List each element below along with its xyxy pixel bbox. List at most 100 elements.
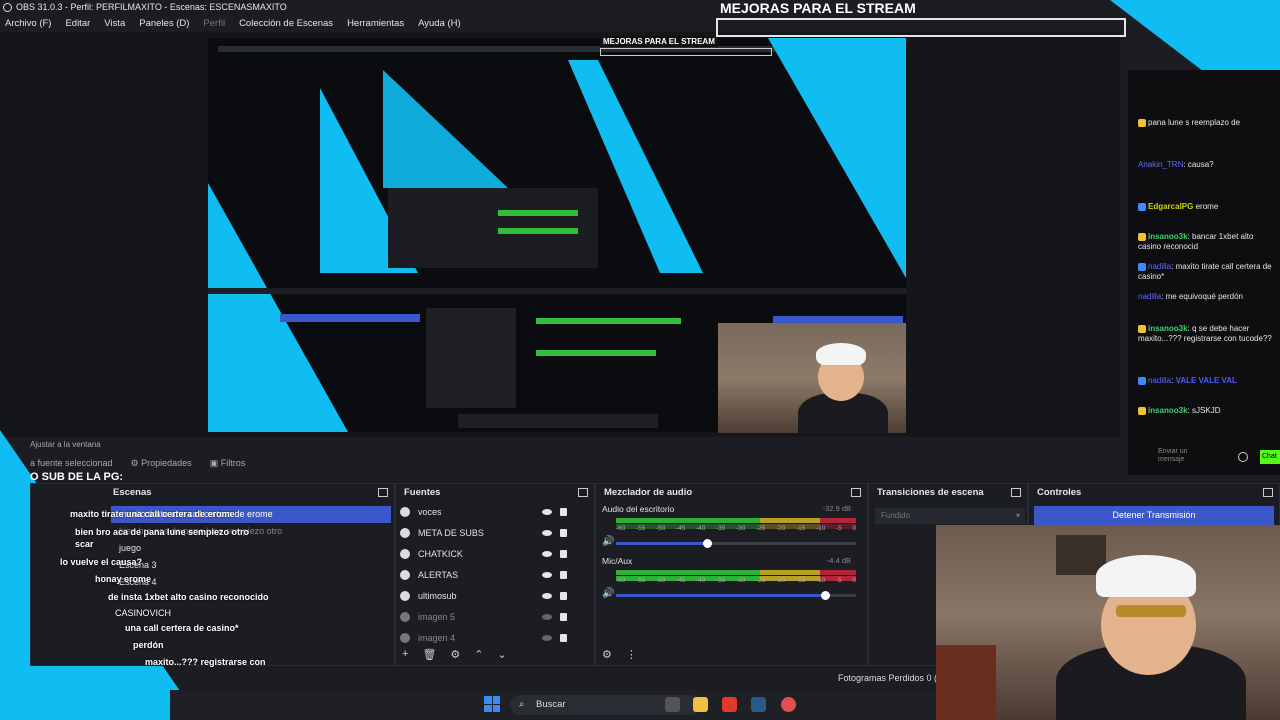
cap [816, 343, 866, 365]
lock-icon[interactable] [560, 571, 567, 579]
speaker-icon[interactable]: 🔊 [602, 536, 614, 547]
menu-ayuda[interactable]: Ayuda (H) [418, 15, 461, 32]
menu-editar[interactable]: Editar [65, 15, 90, 32]
scenes-title: Escenas [31, 484, 394, 502]
controls-title: Controles [1029, 484, 1279, 502]
lock-icon[interactable] [560, 529, 567, 537]
chat-message: pana lune s reemplazo de [1138, 118, 1278, 128]
meter-ticks: -60 -55 -50 -45 -40 -35 -30 -25 -20 -15 -10 -5 0 [616, 525, 856, 532]
more-icon[interactable]: ⋮ [626, 648, 637, 661]
volume-slider-mic[interactable] [616, 591, 856, 600]
eye-icon[interactable] [542, 593, 552, 599]
gear-icon[interactable]: ⚙ [602, 648, 612, 661]
overlay-banner-bar [716, 18, 1126, 37]
chat-message: nadilla: VALE VALE VAL [1138, 376, 1278, 386]
scene-item[interactable]: Escena 4 [111, 574, 391, 591]
badge-icon [1138, 262, 1146, 271]
source-item[interactable]: ALERTAS [396, 565, 594, 586]
webcam-feed [936, 525, 1280, 720]
popout-icon[interactable] [578, 488, 588, 497]
popout-icon[interactable] [851, 488, 861, 497]
meter-ticks: -60 -55 -50 -45 -40 -35 -30 -25 -20 -15 -10 -5 0 [616, 577, 856, 584]
source-item[interactable]: ultimosub [396, 586, 594, 607]
mixer-toolbar: ⚙ ⋮ [602, 648, 637, 661]
menu-archivo[interactable]: Archivo (F) [5, 15, 51, 32]
overlay-chat-line: scar [75, 539, 94, 549]
cap [1096, 555, 1196, 597]
chevron-down-icon: ▾ [1015, 511, 1020, 520]
overlay-chat-line: una call certera de casino* [125, 623, 239, 633]
webcam-inner [718, 323, 906, 433]
eye-icon[interactable] [542, 530, 552, 536]
windows-start-icon[interactable] [484, 696, 500, 712]
popout-icon[interactable] [1011, 488, 1021, 497]
lock-icon[interactable] [560, 508, 567, 516]
scene-item[interactable]: juego [111, 540, 391, 557]
menu-coleccion-escenas[interactable]: Colección de Escenas [239, 15, 333, 32]
add-icon[interactable]: + [402, 648, 408, 661]
overlay-chat-line: honay erome [95, 574, 152, 584]
arrow-down-icon[interactable]: ⌄ [498, 648, 507, 661]
popout-icon[interactable] [1263, 488, 1273, 497]
menu-paneles[interactable]: Paneles (D) [139, 15, 189, 32]
level-meter [616, 570, 856, 575]
fit-to-window-select[interactable]: Ajustar a la ventana [30, 440, 101, 449]
task-view-icon[interactable] [665, 697, 680, 712]
window-title: OBS 31.0.3 - Perfil: PERFILMAXITO - Esce… [16, 2, 287, 12]
badge-icon [1138, 118, 1146, 127]
source-icon [400, 507, 410, 517]
transitions-title: Transiciones de escena [869, 484, 1027, 502]
source-icon [400, 633, 410, 643]
lock-icon[interactable] [560, 592, 567, 600]
overlay-chat-line: maxito...??? registrarse con [145, 657, 266, 667]
filters-button[interactable]: ▣ Filtros [210, 458, 246, 474]
popout-icon[interactable] [378, 488, 388, 497]
chat-send-button[interactable]: Chat [1260, 450, 1280, 464]
overlay-chat-line: lo vuelve el causa? [60, 557, 143, 567]
menu-herramientas[interactable]: Herramientas [347, 15, 404, 32]
overlay-banner-small: MEJORAS PARA EL STREAM [600, 36, 718, 47]
transition-select[interactable]: Fundido ▾ [875, 508, 1025, 524]
source-item[interactable]: voces [396, 502, 594, 523]
chat-input[interactable]: Enviar un mensaje [1158, 448, 1198, 464]
badge-icon [1138, 376, 1146, 385]
settings-icon[interactable] [1238, 452, 1248, 462]
lock-icon[interactable] [560, 634, 567, 642]
search-icon: ⌕ [519, 699, 525, 710]
menu-vista[interactable]: Vista [104, 15, 125, 32]
eye-icon[interactable] [542, 572, 552, 578]
lock-icon[interactable] [560, 613, 567, 621]
trash-icon[interactable]: 🗑 [422, 648, 436, 661]
audio-mixer-dock: Mezclador de audio Audio del escritorio … [595, 483, 868, 666]
overlay-chat-line: perdón [133, 640, 164, 650]
scene-item[interactable]: Escena 3 [111, 557, 391, 574]
source-item[interactable]: CHATKICK [396, 544, 594, 565]
menu-perfil[interactable]: Perfil [203, 15, 225, 32]
eye-icon[interactable] [542, 551, 552, 557]
overlay-banner: MEJORAS PARA EL STREAM [720, 0, 916, 16]
speaker-icon[interactable]: 🔊 [602, 588, 614, 599]
arrow-up-icon[interactable]: ⌃ [474, 648, 483, 661]
gear-icon[interactable]: ⚙ [450, 648, 460, 661]
brave-browser-icon[interactable] [722, 697, 737, 712]
source-item[interactable]: META DE SUBS [396, 523, 594, 544]
stream-chat[interactable]: pana lune s reemplazo de Anakin_TRN: cau… [1128, 70, 1280, 430]
properties-button[interactable]: ⚙ Propiedades [131, 458, 192, 474]
volume-slider-desktop[interactable] [616, 539, 856, 548]
eye-hidden-icon[interactable] [542, 635, 552, 641]
overlay-sub-text: O SUB DE LA PG: [30, 471, 124, 483]
sources-toolbar: + 🗑 ⚙ ⌃ ⌄ [402, 648, 507, 661]
obs-logo-icon [3, 3, 12, 12]
lock-icon[interactable] [560, 550, 567, 558]
source-item[interactable]: imagen 4 [396, 628, 594, 649]
steam-icon[interactable] [751, 697, 766, 712]
eye-icon[interactable] [542, 509, 552, 515]
chat-input-area[interactable]: Enviar un mensaje Chat [1128, 430, 1280, 475]
stop-streaming-button[interactable]: Detener Transmisión [1034, 506, 1274, 525]
file-explorer-icon[interactable] [693, 697, 708, 712]
eye-hidden-icon[interactable] [542, 614, 552, 620]
source-item[interactable]: imagen 5 [396, 607, 594, 628]
obs-taskbar-icon[interactable] [781, 697, 796, 712]
glasses [1116, 605, 1186, 617]
mixer-channel-desktop: Audio del escritorio -32.9 dB [602, 504, 851, 514]
